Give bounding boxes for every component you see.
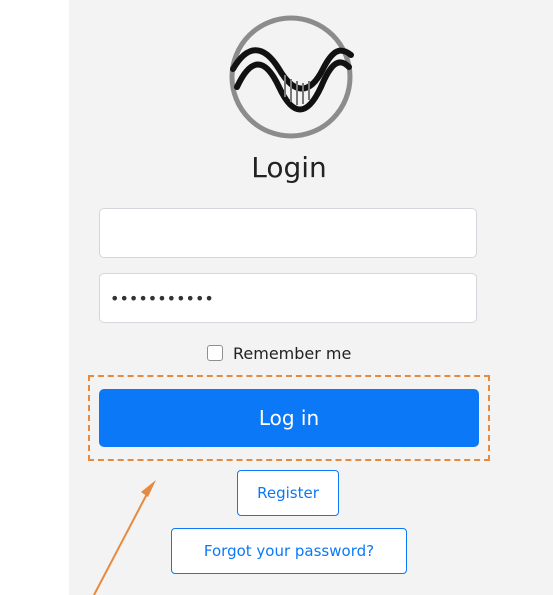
remember-me-label: Remember me <box>233 343 352 363</box>
remember-me-checkbox[interactable] <box>207 345 223 361</box>
remember-me-option[interactable]: Remember me <box>207 341 351 365</box>
page-title: Login <box>251 151 327 184</box>
login-button[interactable]: Log in <box>99 389 479 447</box>
password-input[interactable] <box>99 273 477 323</box>
username-input[interactable] <box>99 208 477 258</box>
forgot-password-button[interactable]: Forgot your password? <box>171 528 407 574</box>
dna-logo-icon <box>229 15 354 139</box>
register-button[interactable]: Register <box>237 470 339 516</box>
